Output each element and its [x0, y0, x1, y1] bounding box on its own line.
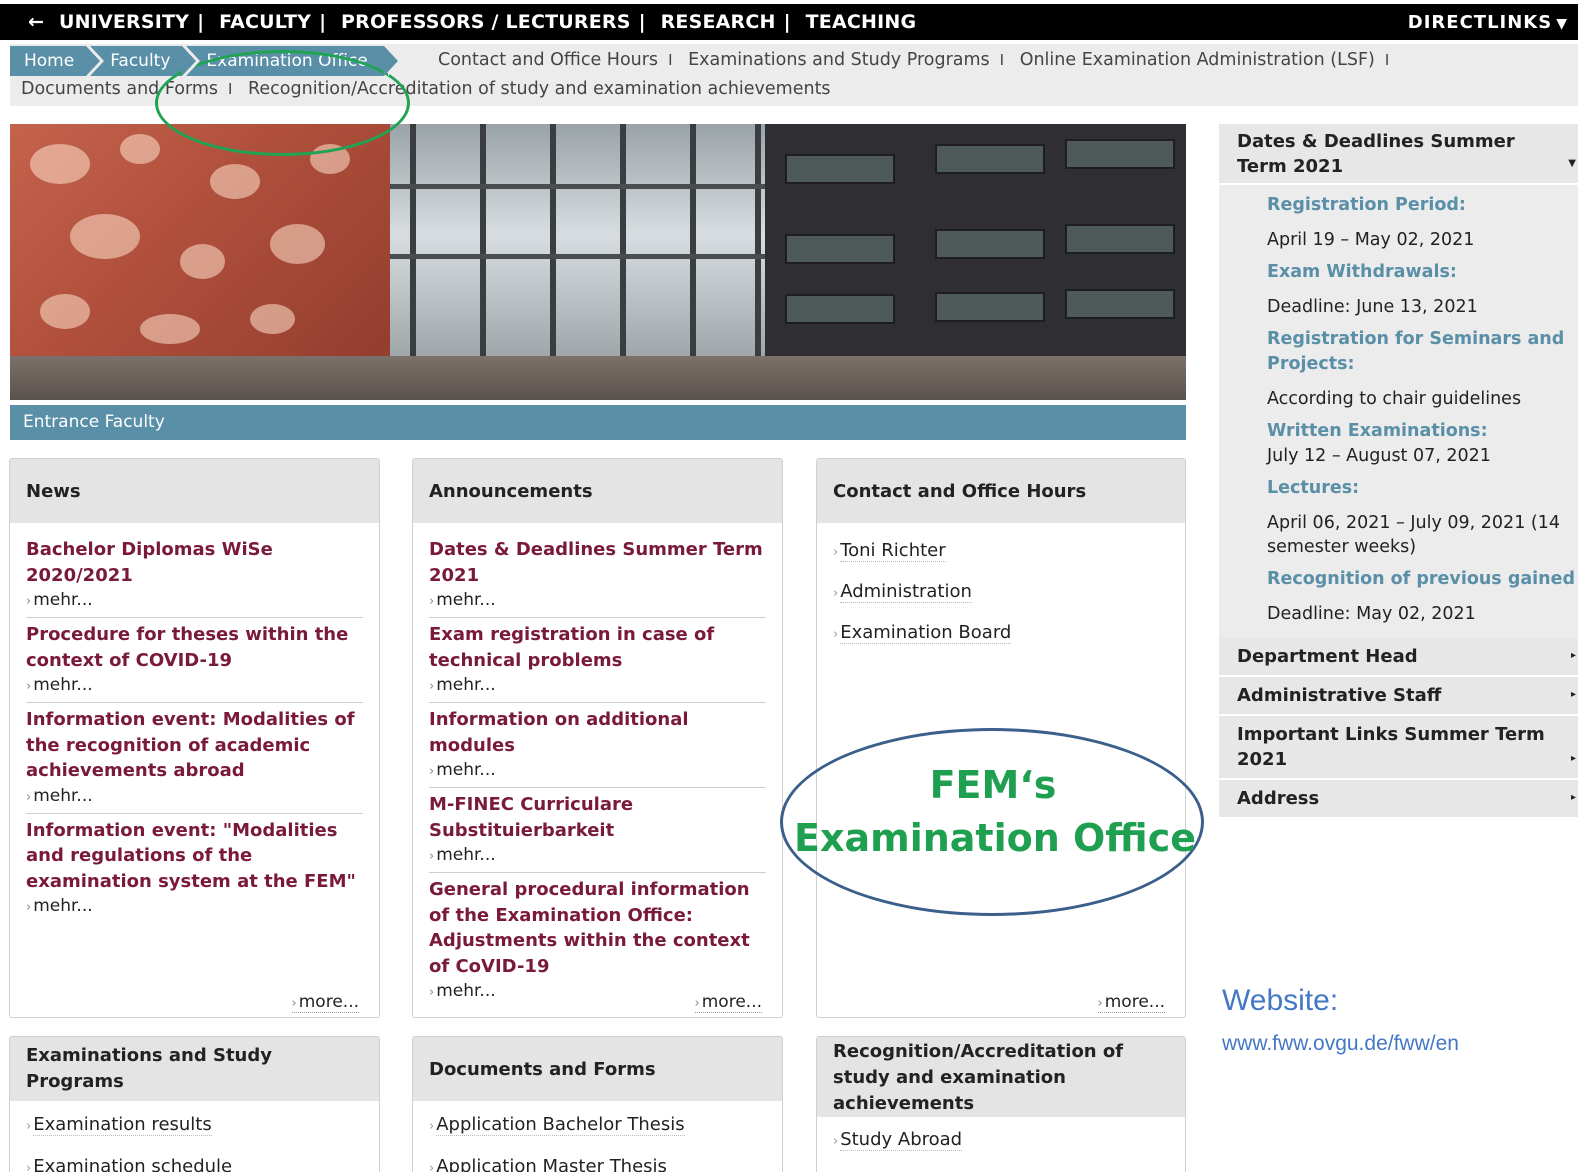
recognition-heading: Recognition/Accreditation of study and e… [817, 1037, 1185, 1117]
contact-link-administration[interactable]: › Administration [833, 572, 1169, 613]
news-title[interactable]: Bachelor Diplomas WiSe 2020/2021 [26, 537, 363, 588]
chevron-right-icon: ▸ [1570, 792, 1576, 803]
news-title[interactable]: Information event: Modalities of the rec… [26, 707, 363, 784]
subnav-contact[interactable]: Contact and Office Hours [438, 50, 658, 70]
subnav-lsf[interactable]: Online Examination Administration (LSF) [1020, 50, 1375, 70]
sub-navigation-row-1: Contact and Office Hours I Examinations a… [438, 50, 1390, 70]
lectures-value: April 06, 2021 – July 09, 2021 (14 semes… [1267, 513, 1560, 557]
annotation-title-line2: Examination Office [794, 816, 1196, 860]
breadcrumb-home[interactable]: Home [10, 46, 105, 76]
seminar-registration-value: According to chair guidelines [1267, 389, 1522, 409]
announcement-title[interactable]: M-FINEC Curriculare Substituierbarkeit [429, 792, 766, 843]
sidebar: Dates & Deadlines Summer Term 2021 ▼ Reg… [1219, 124, 1578, 862]
chevron-right-icon: ▸ [1570, 753, 1576, 764]
exams-heading: Examinations and Study Programs [10, 1037, 379, 1101]
news-box: News Bachelor Diplomas WiSe 2020/2021 › m… [9, 458, 380, 1018]
registration-period-value: April 19 – May 02, 2021 [1267, 230, 1475, 250]
news-item: Information event: Modalities of the rec… [26, 707, 363, 814]
announcements-heading: Announcements [413, 459, 782, 523]
chevron-down-icon: ▼ [1556, 16, 1568, 32]
announcement-title[interactable]: General procedural information of the Ex… [429, 877, 766, 979]
registration-period-label: Registration Period: [1267, 195, 1466, 215]
sub-navigation-row-2: Documents and Forms I Recognition/Accredi… [21, 79, 831, 99]
news-title[interactable]: Procedure for theses within the context … [26, 622, 363, 673]
website-label: Website: [1222, 984, 1339, 1017]
hero-caption: Entrance Faculty [10, 405, 1186, 440]
sidebar-administrative-staff[interactable]: Administrative Staff ▸ [1219, 677, 1578, 716]
announcement-item: Dates & Deadlines Summer Term 2021 › mehr… [429, 537, 766, 618]
mehr-link[interactable]: › mehr... [429, 758, 766, 784]
directlinks-label: DIRECTLINKS [1407, 12, 1553, 33]
link-application-bachelor-thesis[interactable]: › Application Bachelor Thesis [429, 1105, 766, 1147]
announcement-title[interactable]: Exam registration in case of technical p… [429, 622, 766, 673]
mehr-link[interactable]: › mehr... [429, 843, 766, 869]
contact-more-link[interactable]: › more... [1097, 992, 1165, 1013]
announcements-box: Announcements Dates & Deadlines Summer T… [412, 458, 783, 1018]
recognition-box: Recognition/Accreditation of study and e… [816, 1036, 1186, 1172]
link-examination-schedule[interactable]: › Examination schedule [26, 1147, 363, 1172]
annotation-title-line1: FEM‘s [929, 763, 1057, 807]
directlinks-menu[interactable]: DIRECTLINKS ▼ [1408, 12, 1568, 33]
nav-university[interactable]: UNIVERSITY [59, 11, 189, 33]
mehr-link[interactable]: › mehr... [429, 673, 766, 699]
link-study-abroad[interactable]: › Study Abroad [833, 1123, 1169, 1159]
written-exams-value: July 12 – August 07, 2021 [1267, 446, 1491, 466]
top-navigation-bar: ← UNIVERSITY | FACULTY | PROFESSORS / LECT… [0, 4, 1578, 40]
exam-withdrawals-label: Exam Withdrawals: [1267, 262, 1457, 282]
exams-box: Examinations and Study Programs › Examina… [9, 1036, 380, 1172]
announcements-more-link[interactable]: › more... [694, 992, 762, 1013]
contact-link-toni-richter[interactable]: › Toni Richter [833, 531, 1169, 572]
announcement-item: M-FINEC Curriculare Substituierbarkeit ›… [429, 792, 766, 873]
nav-faculty[interactable]: FACULTY [219, 11, 311, 33]
exam-withdrawals-value: Deadline: June 13, 2021 [1267, 297, 1478, 317]
news-item: Procedure for theses within the context … [26, 622, 363, 703]
website-url-link[interactable]: www.fww.ovgu.de/fww/en [1222, 1032, 1459, 1056]
sidebar-dates-content: Registration Period: April 19 – May 02, … [1219, 185, 1578, 638]
announcement-title[interactable]: Dates & Deadlines Summer Term 2021 [429, 537, 766, 588]
recognition-deadline-value: Deadline: May 02, 2021 [1267, 604, 1476, 624]
contact-heading: Contact and Office Hours [817, 459, 1185, 523]
news-more-link[interactable]: › more... [291, 992, 359, 1013]
recognition-deadline-label: Recognition of previous gained credits a… [1267, 569, 1578, 589]
announcement-title[interactable]: Information on additional modules [429, 707, 766, 758]
back-arrow-icon[interactable]: ← [28, 11, 44, 33]
announcement-item: Exam registration in case of technical p… [429, 622, 766, 703]
link-examination-results[interactable]: › Examination results [26, 1105, 363, 1147]
mehr-link[interactable]: › mehr... [26, 784, 363, 810]
sidebar-important-links[interactable]: Important Links Summer Term 2021 ▸ [1219, 716, 1578, 780]
news-item: Bachelor Diplomas WiSe 2020/2021 › mehr..… [26, 537, 363, 618]
mehr-link[interactable]: › mehr... [26, 673, 363, 699]
sidebar-address[interactable]: Address ▸ [1219, 780, 1578, 819]
hero-image [10, 124, 1186, 400]
link-application-master-thesis[interactable]: › Application Master Thesis [429, 1147, 766, 1172]
top-nav: ← UNIVERSITY | FACULTY | PROFESSORS / LECT… [28, 11, 917, 33]
lectures-label: Lectures: [1267, 478, 1360, 498]
nav-research[interactable]: RESEARCH [661, 11, 776, 33]
seminar-registration-label: Registration for Seminars and Projects: [1267, 329, 1565, 374]
documents-box: Documents and Forms › Application Bachelo… [412, 1036, 783, 1172]
contact-link-examination-board[interactable]: › Examination Board [833, 613, 1169, 654]
sidebar-department-head[interactable]: Department Head ▸ [1219, 638, 1578, 677]
nav-professors[interactable]: PROFESSORS / LECTURERS [341, 11, 631, 33]
subnav-examinations[interactable]: Examinations and Study Programs [688, 50, 990, 70]
nav-teaching[interactable]: TEACHING [806, 11, 917, 33]
news-item: Information event: "Modalities and regul… [26, 818, 363, 924]
news-title[interactable]: Information event: "Modalities and regul… [26, 818, 363, 895]
mehr-link[interactable]: › mehr... [26, 894, 363, 920]
mehr-link[interactable]: › mehr... [429, 588, 766, 614]
sidebar-dates-heading[interactable]: Dates & Deadlines Summer Term 2021 ▼ [1219, 124, 1578, 185]
announcement-item: General procedural information of the Ex… [429, 877, 766, 1008]
announcement-item: Information on additional modules › mehr.… [429, 707, 766, 788]
news-heading: News [10, 459, 379, 523]
written-exams-label: Written Examinations: [1267, 421, 1488, 441]
chevron-down-icon: ▼ [1568, 158, 1576, 169]
mehr-link[interactable]: › mehr... [26, 588, 363, 614]
chevron-right-icon: ▸ [1570, 689, 1576, 700]
chevron-right-icon: ▸ [1570, 650, 1576, 661]
hero-ground [10, 356, 1186, 400]
documents-heading: Documents and Forms [413, 1037, 782, 1101]
